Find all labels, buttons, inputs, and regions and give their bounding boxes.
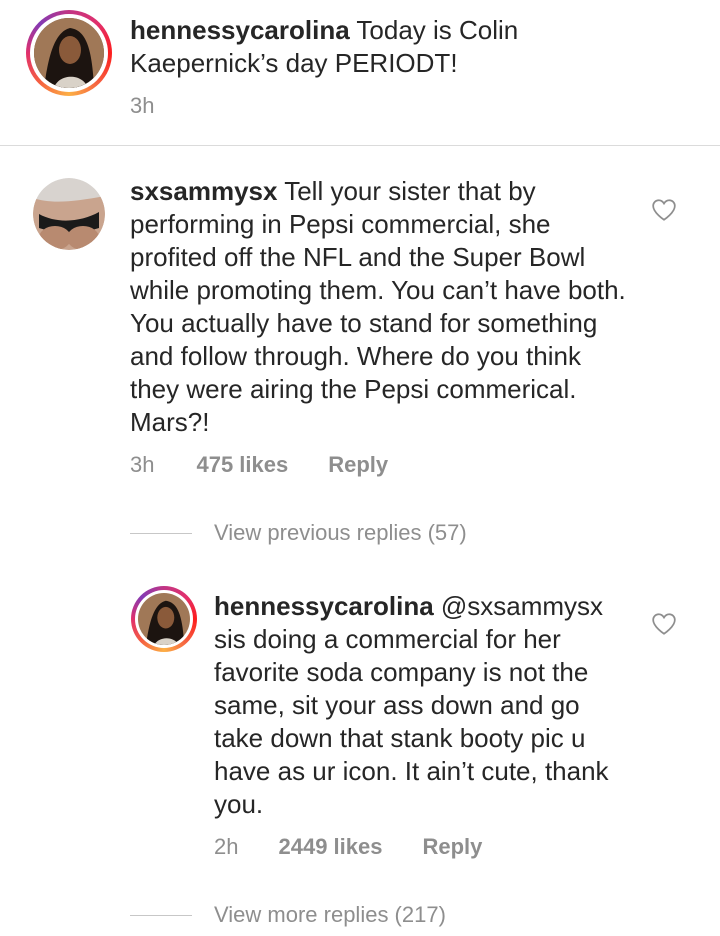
view-more-replies-label[interactable]: View more replies (217) <box>214 902 446 928</box>
thread-line <box>130 532 192 534</box>
reply-mention[interactable]: @sxsammysx <box>434 591 603 621</box>
caption-avatar[interactable] <box>26 10 112 96</box>
comment-meta: 3h 475 likes Reply <box>130 452 388 478</box>
reply-username[interactable]: hennessycarolina <box>214 591 434 621</box>
comment-text: sxsammysx Tell your sister that by perfo… <box>130 175 630 439</box>
view-previous-replies[interactable]: View previous replies (57) <box>130 520 467 546</box>
avatar-photo <box>138 593 190 645</box>
comment-likes[interactable]: 475 likes <box>196 452 288 478</box>
reply-likes[interactable]: 2449 likes <box>278 834 382 860</box>
reply-like-heart-icon[interactable] <box>651 611 677 637</box>
view-previous-replies-label[interactable]: View previous replies (57) <box>214 520 467 546</box>
caption-time: 3h <box>130 93 155 118</box>
reply-avatar[interactable] <box>131 586 197 652</box>
caption-meta: 3h <box>130 93 154 119</box>
thread-line <box>130 914 192 916</box>
reply-reply-button[interactable]: Reply <box>422 834 482 860</box>
reply-text: hennessycarolina @sxsammysx sis doing a … <box>214 590 634 821</box>
avatar-photo <box>33 178 105 250</box>
reply-body: sis doing a commercial for her favorite … <box>214 624 609 819</box>
comment-avatar[interactable] <box>33 178 105 250</box>
comment-reply-button[interactable]: Reply <box>328 452 388 478</box>
reply-meta: 2h 2449 likes Reply <box>214 834 482 860</box>
avatar-photo <box>34 18 104 88</box>
comment-username[interactable]: sxsammysx <box>130 176 277 206</box>
comment-body: Tell your sister that by performing in P… <box>130 176 626 437</box>
comment-time: 3h <box>130 452 155 477</box>
comment-like-heart-icon[interactable] <box>651 197 677 223</box>
reply-time: 2h <box>214 834 239 859</box>
caption-username[interactable]: hennessycarolina <box>130 15 350 45</box>
caption-divider <box>0 145 720 146</box>
caption-text: hennessycarolina Today is Colin Kaeperni… <box>130 14 570 80</box>
view-more-replies[interactable]: View more replies (217) <box>130 902 446 928</box>
